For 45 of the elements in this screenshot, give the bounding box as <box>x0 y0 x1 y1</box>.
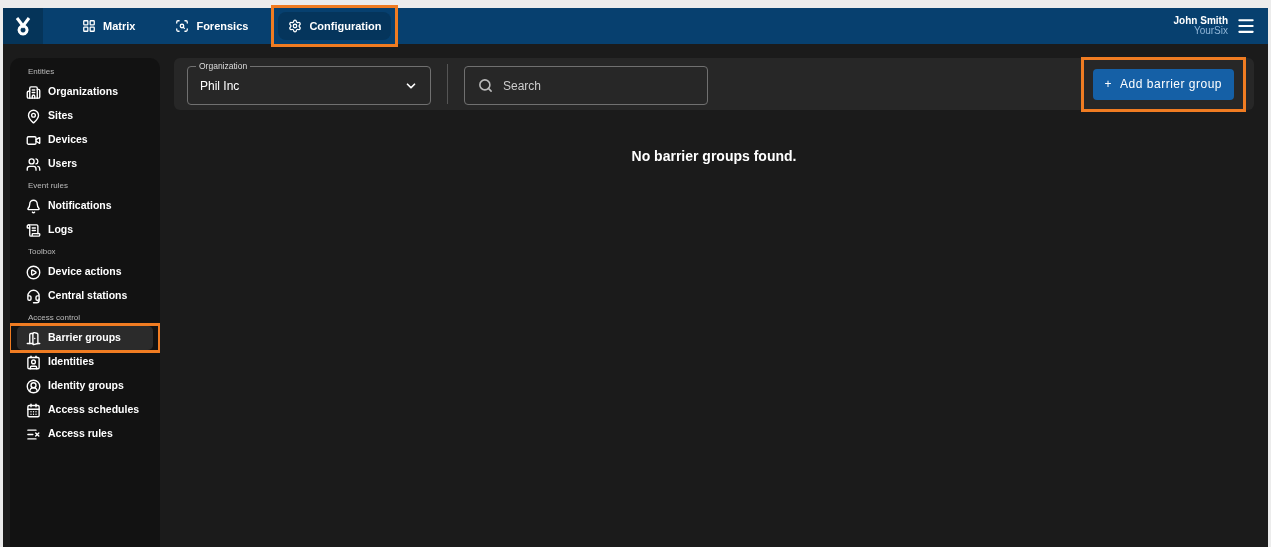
id-card-icon <box>26 354 41 370</box>
section-heading: Entities <box>27 66 56 78</box>
section-heading: Toolbox <box>27 246 57 258</box>
door-icon <box>26 330 41 346</box>
settings-icon <box>288 19 303 33</box>
sidebar-item[interactable]: Access schedules <box>17 398 153 422</box>
play-icon <box>26 264 41 280</box>
bell-icon <box>26 198 41 214</box>
sidebar-item[interactable]: Identity groups <box>17 374 153 398</box>
sidebar-item[interactable]: Organizations <box>17 80 153 104</box>
select-value: Phil Inc <box>200 77 240 95</box>
search-icon <box>478 78 493 93</box>
search-list-icon <box>175 19 190 33</box>
sidebar-item[interactable]: Access rules <box>17 422 153 446</box>
sidebar-item[interactable]: Sites <box>17 104 153 128</box>
pin-icon <box>26 108 41 124</box>
nav-tab[interactable]: Matrix <box>72 12 146 40</box>
sidebar-item[interactable]: Central stations <box>17 284 153 308</box>
list-x-icon <box>26 426 41 442</box>
sidebar-item[interactable]: Device actions <box>17 260 153 284</box>
person-circle-icon <box>26 378 41 394</box>
sidebar-item[interactable]: Devices <box>17 128 153 152</box>
empty-message: No barrier groups found. <box>631 147 797 166</box>
headset-icon <box>26 288 41 304</box>
app-logo <box>3 8 43 44</box>
sidebar-item[interactable]: Notifications <box>17 194 153 218</box>
field-label: Organization <box>196 60 251 73</box>
building-icon <box>26 84 41 100</box>
document-icon <box>26 222 41 238</box>
nav-tab[interactable]: Forensics <box>165 12 259 40</box>
search-field[interactable]: Search <box>464 66 708 105</box>
section-heading: Event rules <box>27 180 70 192</box>
add-button[interactable]: + Add barrier group <box>1092 68 1234 100</box>
sidebar-item[interactable]: Identities <box>17 350 153 374</box>
grid-icon <box>82 19 96 33</box>
users-icon <box>26 156 41 172</box>
calendar-icon <box>26 402 41 418</box>
sidebar-item[interactable]: Logs <box>17 218 153 242</box>
company-name: YourSix <box>1193 26 1228 36</box>
menu-icon[interactable] <box>1236 16 1256 36</box>
user-name: John Smith <box>1173 16 1228 26</box>
sidebar-item[interactable]: Barrier groups <box>17 326 153 350</box>
section-heading: Access control <box>27 312 82 324</box>
sidebar-item[interactable]: Users <box>17 152 153 176</box>
nav-tab[interactable]: Configuration <box>278 12 392 40</box>
